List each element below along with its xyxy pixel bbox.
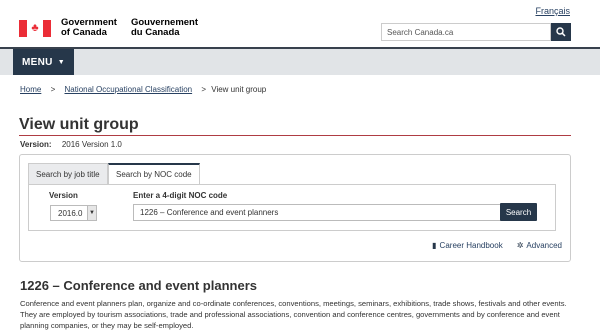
panel-links: ▮ Career Handbook ✲ Advanced	[418, 241, 562, 250]
unit-group-heading: 1226 – Conference and event planners	[20, 278, 257, 293]
breadcrumb: Home > National Occupational Classificat…	[20, 85, 266, 94]
breadcrumb-current: View unit group	[211, 85, 267, 94]
menu-bar: MENU ▼	[0, 47, 600, 75]
version-select-label: Version	[49, 191, 78, 200]
version-line: Version: 2016 Version 1.0	[20, 140, 122, 149]
canada-flag-icon: ♣	[19, 20, 51, 37]
site-search	[381, 23, 571, 41]
version-value: 2016 Version 1.0	[61, 140, 122, 149]
unit-group-description: Conference and event planners plan, orga…	[20, 299, 567, 330]
version-label: Version:	[20, 140, 52, 149]
advanced-search-link[interactable]: ✲ Advanced	[517, 241, 562, 250]
book-icon: ▮	[432, 241, 437, 250]
noc-search-panel: Search by job title Search by NOC code V…	[19, 154, 571, 262]
search-icon	[556, 27, 566, 37]
government-signature[interactable]: ♣ Government of Canada Gouvernement du C…	[19, 18, 212, 38]
noc-code-input[interactable]: 1226 – Conference and event planners	[133, 204, 501, 221]
noc-search-button[interactable]: Search	[500, 203, 537, 221]
gear-icon: ✲	[516, 241, 524, 250]
site-search-input[interactable]	[381, 23, 551, 41]
menu-button[interactable]: MENU ▼	[13, 49, 74, 75]
language-toggle-link[interactable]: Français	[535, 6, 570, 16]
tab-search-by-noc-code[interactable]: Search by NOC code	[108, 163, 200, 185]
site-search-button[interactable]	[551, 23, 571, 41]
page-title: View unit group	[19, 116, 139, 133]
tab-search-by-job-title[interactable]: Search by job title	[28, 163, 108, 185]
chevron-down-icon: ▼	[57, 58, 65, 66]
signature-french: Gouvernement du Canada	[130, 17, 199, 38]
breadcrumb-separator: >	[201, 85, 207, 94]
tab-panel: Version 2016.0 ▼ Enter a 4-digit NOC cod…	[28, 184, 556, 231]
signature-english: Government of Canada	[61, 17, 117, 38]
breadcrumb-home[interactable]: Home	[20, 85, 41, 94]
breadcrumb-separator: >	[50, 85, 56, 94]
noc-code-label: Enter a 4-digit NOC code	[133, 191, 228, 200]
career-handbook-link[interactable]: ▮ Career Handbook	[432, 241, 503, 250]
breadcrumb-noc[interactable]: National Occupational Classification	[64, 85, 192, 94]
dropdown-arrow-icon: ▼	[87, 206, 96, 220]
title-underline	[19, 135, 571, 136]
version-select[interactable]: 2016.0 ▼	[50, 205, 97, 221]
